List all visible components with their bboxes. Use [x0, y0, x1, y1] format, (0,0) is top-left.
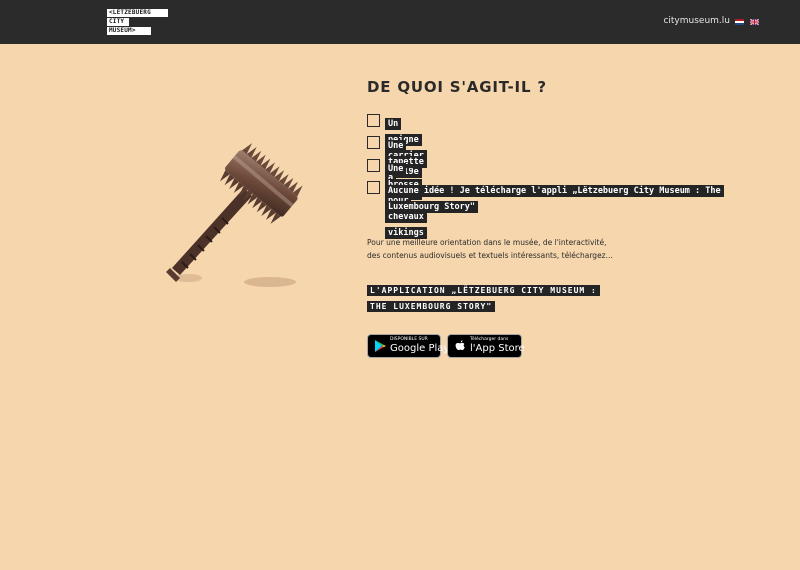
checkbox[interactable]	[367, 114, 380, 127]
site-link[interactable]: citymuseum.lu	[663, 16, 730, 26]
checkbox[interactable]	[367, 159, 380, 172]
checkbox[interactable]	[367, 181, 380, 194]
logo-line-1: <LËTZEBUERG	[107, 9, 168, 17]
logo-line-2: CITY	[107, 18, 129, 26]
iron-comb-artifact-image	[166, 143, 303, 287]
nl-flag-icon[interactable]	[735, 19, 744, 25]
google-play-icon	[375, 340, 386, 352]
apple-icon	[455, 340, 465, 351]
google-play-big-text: Google Play	[390, 343, 450, 354]
top-bar: <LËTZEBUERG CITY MUSEUM> citymuseum.lu	[0, 0, 800, 44]
quiz-title: DE QUOI S'AGIT-IL ?	[367, 78, 547, 96]
checkbox[interactable]	[367, 136, 380, 149]
google-play-button[interactable]: DISPONIBLE SUR Google Play	[367, 334, 449, 358]
museum-logo[interactable]: <LËTZEBUERG CITY MUSEUM>	[107, 9, 168, 36]
app-store-big-text: l'App Store	[470, 343, 525, 354]
info-text: Pour une meilleure orientation dans le m…	[367, 238, 613, 260]
uk-flag-icon[interactable]	[750, 19, 759, 25]
logo-line-3: MUSEUM>	[107, 27, 151, 35]
option-label[interactable]: Aucune idée ! Je télécharge l'appli „Lët…	[385, 185, 724, 213]
app-title: L'APPLICATION „LËTZEBUERG CITY MUSEUM : …	[367, 285, 600, 312]
app-store-button[interactable]: Télécharger dans l'App Store	[447, 334, 525, 358]
